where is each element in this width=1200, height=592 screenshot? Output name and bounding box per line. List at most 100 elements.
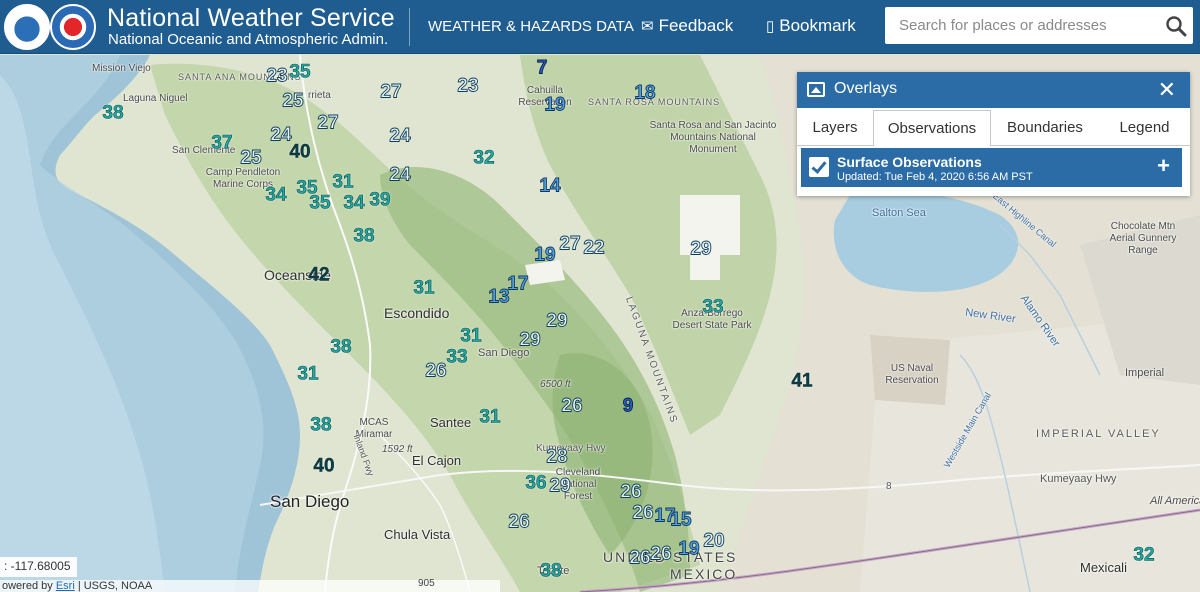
overlays-panel: Overlays ✕ Layers Observations Boundarie… xyxy=(797,72,1190,196)
obs-marker[interactable]: 31 xyxy=(332,172,354,192)
obs-marker[interactable]: 26 xyxy=(508,512,530,532)
obs-marker[interactable]: 38 xyxy=(102,103,124,123)
obs-marker[interactable]: 9 xyxy=(622,396,633,416)
map-label-kumeyaay-hwy-east: Kumeyaay Hwy xyxy=(1040,473,1117,485)
obs-marker[interactable]: 34 xyxy=(343,193,365,213)
tab-layers[interactable]: Layers xyxy=(797,110,873,146)
search-icon[interactable] xyxy=(1165,15,1187,37)
obs-marker[interactable]: 38 xyxy=(330,337,352,357)
obs-marker[interactable]: 35 xyxy=(309,193,331,213)
obs-marker[interactable]: 29 xyxy=(549,476,571,496)
obs-marker[interactable]: 40 xyxy=(289,142,311,161)
obs-marker[interactable]: 40 xyxy=(313,456,335,475)
obs-marker[interactable]: 25 xyxy=(282,91,304,111)
obs-marker[interactable]: 15 xyxy=(670,510,692,530)
obs-marker[interactable]: 24 xyxy=(389,126,411,146)
map-label-elevation-6500: 6500 ft xyxy=(540,379,571,390)
obs-marker[interactable]: 29 xyxy=(546,311,568,331)
map-label-route-8: 8 xyxy=(886,481,892,492)
map-label-murrieta: rrieta xyxy=(308,90,331,101)
nws-logo[interactable] xyxy=(50,4,96,50)
search-input[interactable] xyxy=(885,7,1155,44)
overlays-panel-header: Overlays ✕ xyxy=(797,72,1190,108)
feedback-label: Feedback xyxy=(658,16,734,35)
top-header: National Weather Service National Oceani… xyxy=(0,0,1200,54)
map-label-santee: Santee xyxy=(430,415,472,430)
obs-marker[interactable]: 31 xyxy=(413,278,435,298)
map-label-el-cajon: El Cajon xyxy=(412,453,462,468)
layer-checkbox[interactable] xyxy=(809,157,829,177)
map-label-elevation-1592: 1592 ft xyxy=(382,444,413,455)
obs-marker[interactable]: 41 xyxy=(791,371,813,390)
esri-link[interactable]: Esri xyxy=(56,580,75,592)
map-label-imperial: Imperial xyxy=(1125,367,1165,379)
tab-observations[interactable]: Observations xyxy=(873,110,991,146)
obs-marker[interactable]: 38 xyxy=(310,415,332,435)
obs-marker[interactable]: 36 xyxy=(525,473,547,493)
obs-marker[interactable]: 27 xyxy=(559,234,581,254)
obs-marker[interactable]: 33 xyxy=(702,297,724,317)
map-label-salton-sea: Salton Sea xyxy=(872,207,926,219)
obs-marker[interactable]: 29 xyxy=(519,330,541,350)
obs-marker[interactable]: 19 xyxy=(678,539,700,559)
obs-marker[interactable]: 35 xyxy=(289,62,311,82)
obs-marker[interactable]: 20 xyxy=(703,531,725,551)
obs-marker[interactable]: 19 xyxy=(544,95,566,115)
obs-marker[interactable]: 32 xyxy=(1133,545,1155,565)
obs-marker[interactable]: 13 xyxy=(488,287,510,307)
obs-marker[interactable]: 42 xyxy=(308,265,330,284)
obs-marker[interactable]: 25 xyxy=(240,148,262,168)
site-title[interactable]: National Weather Service xyxy=(107,4,395,33)
map-label-escondido: Escondido xyxy=(384,305,450,321)
search-box xyxy=(885,7,1193,44)
obs-marker[interactable]: 18 xyxy=(634,83,656,103)
obs-marker[interactable]: 22 xyxy=(583,238,605,258)
obs-marker[interactable]: 26 xyxy=(620,482,642,502)
obs-marker[interactable]: 26 xyxy=(650,544,672,564)
obs-marker[interactable]: 38 xyxy=(353,226,375,246)
bookmark-link[interactable]: ▯ Bookmark xyxy=(766,16,856,36)
header-divider xyxy=(409,8,410,46)
obs-marker[interactable]: 37 xyxy=(211,133,233,153)
map-label-mexicali: Mexicali xyxy=(1080,560,1127,575)
obs-marker[interactable]: 31 xyxy=(297,364,319,384)
tab-boundaries[interactable]: Boundaries xyxy=(991,110,1099,146)
obs-marker[interactable]: 29 xyxy=(690,239,712,259)
obs-marker[interactable]: 19 xyxy=(534,245,556,265)
map-label-all-american: All American xyxy=(1150,495,1200,507)
bookmark-icon: ▯ xyxy=(766,18,775,35)
map-label-chula-vista: Chula Vista xyxy=(384,527,451,542)
surface-observations-layer[interactable]: Surface Observations Updated: Tue Feb 4,… xyxy=(801,148,1182,187)
road-shield-label: 905 xyxy=(418,578,435,589)
weather-hazards-menu[interactable]: WEATHER & HAZARDS DATA xyxy=(428,18,634,35)
noaa-logo[interactable] xyxy=(4,4,50,50)
obs-marker[interactable]: 7 xyxy=(536,58,547,78)
obs-marker[interactable]: 26 xyxy=(425,361,447,381)
obs-marker[interactable]: 24 xyxy=(270,125,292,145)
obs-marker[interactable]: 24 xyxy=(389,165,411,185)
obs-marker[interactable]: 23 xyxy=(457,76,479,96)
obs-marker[interactable]: 14 xyxy=(539,176,561,196)
tab-divider xyxy=(797,145,1190,146)
map-label-chocolate-mtn: Chocolate Mtn Aerial Gunnery Range xyxy=(1109,221,1177,256)
obs-marker[interactable]: 23 xyxy=(266,66,288,86)
obs-marker[interactable]: 26 xyxy=(632,503,654,523)
obs-marker[interactable]: 27 xyxy=(380,82,402,102)
feedback-link[interactable]: ✉ Feedback xyxy=(641,16,733,36)
obs-marker[interactable]: 26 xyxy=(561,396,583,416)
obs-marker[interactable]: 31 xyxy=(479,407,501,427)
close-icon[interactable]: ✕ xyxy=(1158,77,1176,103)
obs-marker[interactable]: 34 xyxy=(265,185,287,205)
obs-marker[interactable]: 31 xyxy=(460,326,482,346)
obs-marker[interactable]: 38 xyxy=(540,561,562,581)
active-tab-gap xyxy=(874,145,990,146)
obs-marker[interactable]: 17 xyxy=(507,274,529,294)
obs-marker[interactable]: 27 xyxy=(317,113,339,133)
obs-marker[interactable]: 39 xyxy=(369,190,391,210)
obs-marker[interactable]: 33 xyxy=(446,347,468,367)
obs-marker[interactable]: 28 xyxy=(546,447,568,467)
obs-marker[interactable]: 26 xyxy=(629,548,651,568)
obs-marker[interactable]: 32 xyxy=(473,148,495,168)
tab-legend[interactable]: Legend xyxy=(1099,110,1190,146)
plus-icon[interactable]: + xyxy=(1157,153,1170,179)
